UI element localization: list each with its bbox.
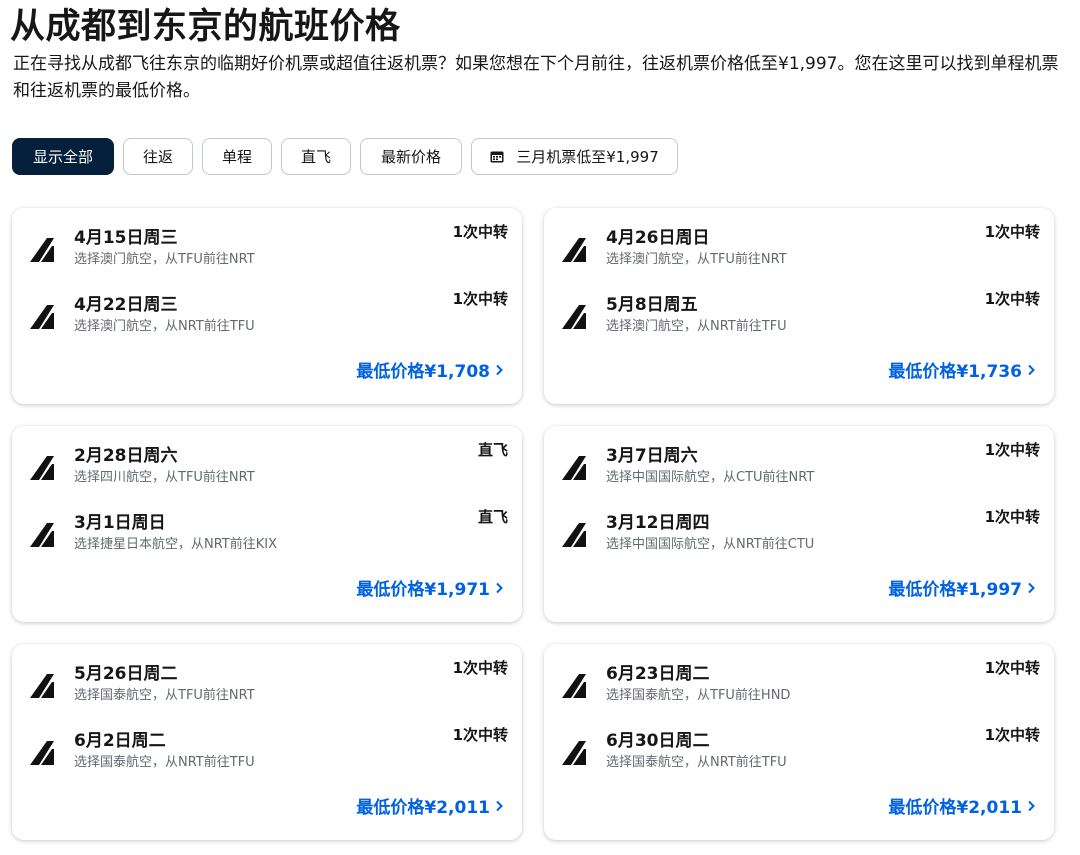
leg-date: 4月22日周三 (74, 295, 178, 315)
filter-latest-price[interactable]: 最新价格 (360, 138, 462, 175)
price-label: 最低价格¥1,708 (356, 362, 490, 382)
airline-tail-icon (562, 674, 586, 698)
leg-stops: 1次中转 (984, 290, 1040, 308)
filter-label: 最新价格 (380, 148, 441, 166)
chevron-right-icon (1028, 800, 1035, 811)
airline-tail-icon (30, 456, 54, 480)
leg-airline-route: 选择澳门航空，从TFU前往NRT (74, 252, 255, 267)
outbound-leg: 4月15日周三 选择澳门航空，从TFU前往NRT 1次中转 (12, 223, 522, 273)
airline-tail-icon (30, 238, 54, 262)
airline-tail-icon (562, 523, 586, 547)
leg-airline-route: 选择国泰航空，从NRT前往TFU (74, 755, 255, 770)
chevron-right-icon (496, 364, 503, 375)
leg-date: 4月15日周三 (74, 228, 178, 248)
leg-date: 5月26日周二 (74, 664, 178, 684)
leg-airline-route: 选择中国国际航空，从NRT前往CTU (606, 537, 815, 552)
deal-card[interactable]: 4月15日周三 选择澳门航空，从TFU前往NRT 1次中转 4月22日周三 选择… (12, 208, 522, 404)
filter-one-way[interactable]: 单程 (202, 138, 272, 175)
price-label: 最低价格¥1,736 (888, 362, 1022, 382)
filter-direct[interactable]: 直飞 (281, 138, 351, 175)
chevron-right-icon (1028, 364, 1035, 375)
leg-date: 6月2日周二 (74, 731, 166, 751)
lowest-price-link[interactable]: 最低价格¥2,011 (356, 793, 504, 818)
chevron-right-icon (496, 800, 503, 811)
filter-label: 显示全部 (32, 148, 93, 166)
filter-march-deal[interactable]: 三月机票低至¥1,997 (471, 138, 678, 175)
outbound-leg: 3月7日周六 选择中国国际航空，从CTU前往NRT 1次中转 (544, 441, 1054, 491)
leg-stops: 直飞 (477, 441, 508, 459)
leg-date: 6月23日周二 (606, 664, 710, 684)
filter-label: 单程 (221, 148, 252, 166)
price-label: 最低价格¥2,011 (356, 798, 490, 818)
lowest-price-link[interactable]: 最低价格¥1,736 (888, 357, 1036, 382)
filter-label: 直飞 (300, 148, 331, 166)
leg-airline-route: 选择四川航空，从TFU前往NRT (74, 470, 255, 485)
outbound-leg: 5月26日周二 选择国泰航空，从TFU前往NRT 1次中转 (12, 659, 522, 709)
return-leg: 3月12日周四 选择中国国际航空，从NRT前往CTU 1次中转 (544, 508, 1054, 558)
leg-airline-route: 选择中国国际航空，从CTU前往NRT (606, 470, 815, 485)
chevron-right-icon (1028, 582, 1035, 593)
airline-tail-icon (562, 238, 586, 262)
leg-stops: 1次中转 (984, 659, 1040, 677)
leg-stops: 1次中转 (452, 726, 508, 744)
filter-label: 往返 (142, 148, 173, 166)
deal-card[interactable]: 4月26日周日 选择澳门航空，从TFU前往NRT 1次中转 5月8日周五 选择澳… (544, 208, 1054, 404)
lowest-price-link[interactable]: 最低价格¥1,971 (356, 575, 504, 600)
airline-tail-icon (30, 305, 54, 329)
leg-stops: 1次中转 (452, 659, 508, 677)
price-label: 最低价格¥1,971 (356, 580, 490, 600)
page-title: 从成都到东京的航班价格 (10, 7, 401, 47)
deal-card[interactable]: 2月28日周六 选择四川航空，从TFU前往NRT 直飞 3月1日周日 选择捷星日… (12, 426, 522, 622)
return-leg: 5月8日周五 选择澳门航空，从NRT前往TFU 1次中转 (544, 290, 1054, 340)
outbound-leg: 6月23日周二 选择国泰航空，从TFU前往HND 1次中转 (544, 659, 1054, 709)
leg-date: 4月26日周日 (606, 228, 710, 248)
return-leg: 4月22日周三 选择澳门航空，从NRT前往TFU 1次中转 (12, 290, 522, 340)
leg-date: 2月28日周六 (74, 446, 178, 466)
leg-airline-route: 选择国泰航空，从NRT前往TFU (606, 755, 787, 770)
leg-date: 3月7日周六 (606, 446, 698, 466)
leg-airline-route: 选择国泰航空，从TFU前往NRT (74, 688, 255, 703)
return-leg: 6月30日周二 选择国泰航空，从NRT前往TFU 1次中转 (544, 726, 1054, 776)
price-label: 最低价格¥2,011 (888, 798, 1022, 818)
leg-stops: 1次中转 (452, 223, 508, 241)
leg-date: 5月8日周五 (606, 295, 698, 315)
lowest-price-link[interactable]: 最低价格¥1,708 (356, 357, 504, 382)
chevron-right-icon (496, 582, 503, 593)
airline-tail-icon (30, 741, 54, 765)
filter-show-all[interactable]: 显示全部 (12, 138, 114, 175)
leg-stops: 1次中转 (452, 290, 508, 308)
lowest-price-link[interactable]: 最低价格¥2,011 (888, 793, 1036, 818)
leg-stops: 1次中转 (984, 223, 1040, 241)
lowest-price-link[interactable]: 最低价格¥1,997 (888, 575, 1036, 600)
calendar-icon (490, 151, 504, 163)
airline-tail-icon (30, 523, 54, 547)
leg-date: 3月12日周四 (606, 513, 710, 533)
airline-tail-icon (562, 456, 586, 480)
leg-airline-route: 选择国泰航空，从TFU前往HND (606, 688, 791, 703)
leg-stops: 1次中转 (984, 441, 1040, 459)
airline-tail-icon (562, 305, 586, 329)
leg-airline-route: 选择澳门航空，从TFU前往NRT (606, 252, 787, 267)
leg-airline-route: 选择澳门航空，从NRT前往TFU (606, 319, 787, 334)
deal-card[interactable]: 3月7日周六 选择中国国际航空，从CTU前往NRT 1次中转 3月12日周四 选… (544, 426, 1054, 622)
filter-label: 三月机票低至¥1,997 (516, 148, 659, 166)
leg-date: 6月30日周二 (606, 731, 710, 751)
outbound-leg: 4月26日周日 选择澳门航空，从TFU前往NRT 1次中转 (544, 223, 1054, 273)
deal-card[interactable]: 5月26日周二 选择国泰航空，从TFU前往NRT 1次中转 6月2日周二 选择国… (12, 644, 522, 840)
return-leg: 3月1日周日 选择捷星日本航空，从NRT前往KIX 直飞 (12, 508, 522, 558)
leg-stops: 1次中转 (984, 508, 1040, 526)
return-leg: 6月2日周二 选择国泰航空，从NRT前往TFU 1次中转 (12, 726, 522, 776)
leg-stops: 直飞 (477, 508, 508, 526)
page-intro: 正在寻找从成都飞往东京的临期好价机票或超值往返机票？如果您想在下个月前往，往返机… (13, 54, 1059, 101)
deal-card[interactable]: 6月23日周二 选择国泰航空，从TFU前往HND 1次中转 6月30日周二 选择… (544, 644, 1054, 840)
price-label: 最低价格¥1,997 (888, 580, 1022, 600)
filter-round-trip[interactable]: 往返 (123, 138, 193, 175)
airline-tail-icon (30, 674, 54, 698)
leg-airline-route: 选择澳门航空，从NRT前往TFU (74, 319, 255, 334)
leg-airline-route: 选择捷星日本航空，从NRT前往KIX (74, 537, 278, 552)
outbound-leg: 2月28日周六 选择四川航空，从TFU前往NRT 直飞 (12, 441, 522, 491)
leg-date: 3月1日周日 (74, 513, 166, 533)
leg-stops: 1次中转 (984, 726, 1040, 744)
airline-tail-icon (562, 741, 586, 765)
